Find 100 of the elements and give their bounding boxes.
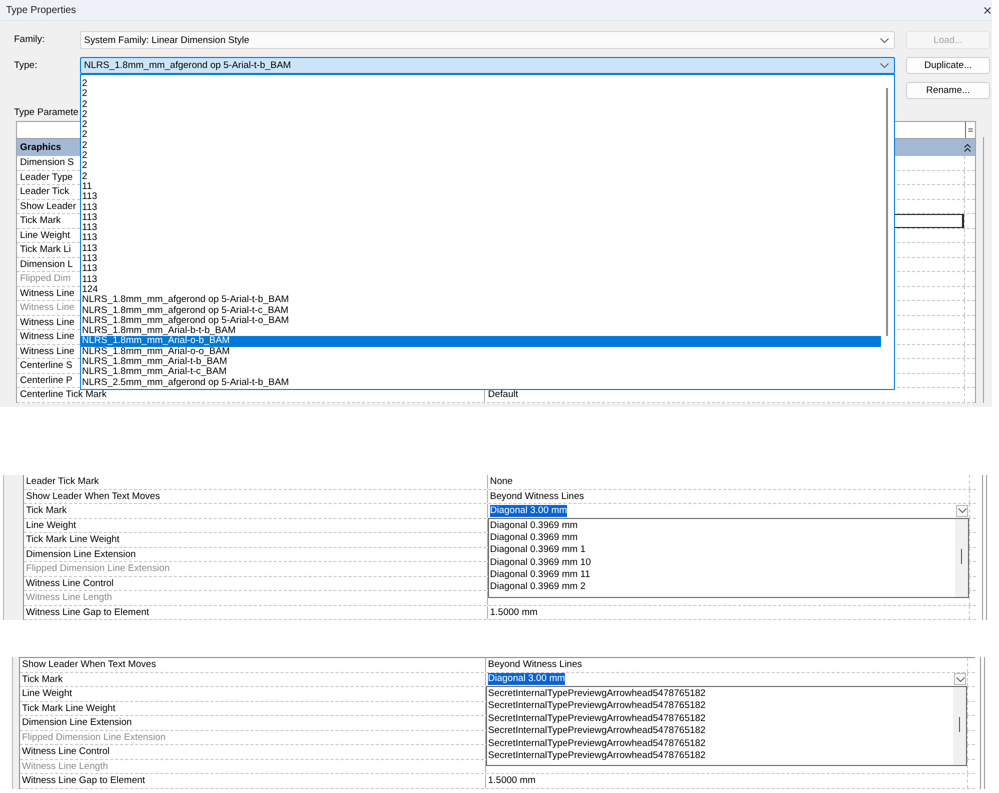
dropdown-option[interactable]: 2 [81, 140, 881, 152]
dropdown-option[interactable]: 2 [81, 110, 881, 120]
dropdown-option[interactable]: 113 [81, 244, 881, 254]
chevron-down-icon [956, 676, 964, 682]
dropdown-option[interactable]: 113 [81, 212, 881, 224]
selected-value[interactable]: Diagonal 3.00 mm [488, 673, 566, 686]
equals-button[interactable]: = [965, 122, 975, 138]
dropdown-option[interactable]: NLRS_1.8mm_mm_Arial-o-b_BAM [81, 336, 881, 347]
parameter-name: Dimension Line Extension [22, 717, 132, 728]
dropdown-option[interactable]: NLRS_1.8mm_mm_Arial-t-b_BAM [81, 357, 881, 368]
parameter-name: Witness Line [20, 316, 74, 328]
section-label: Type Paramete [14, 107, 78, 119]
dropdown-option[interactable]: 2 [81, 120, 881, 130]
close-icon[interactable] [984, 6, 991, 14]
parameter-name: Show Leader [20, 200, 76, 212]
dropdown-option[interactable]: NLRS_1.8mm_mm_afgerond op 5-Arial-t-b_BAM [81, 295, 881, 306]
family-combobox[interactable]: System Family: Linear Dimension Style [80, 31, 895, 49]
field-label: Family: [14, 34, 45, 46]
rename-button[interactable]: Rename... [906, 82, 990, 99]
window-title: Type Properties [6, 4, 76, 16]
parameter-name: Leader Type [20, 172, 73, 182]
parameter-value: 1.5000 mm [488, 774, 536, 788]
scrollbar-thumb[interactable] [886, 88, 888, 336]
dropdown-option[interactable]: 113 [81, 274, 881, 285]
dropdown-option[interactable]: 124 [81, 284, 881, 296]
parameter-name: Witness Line [20, 288, 74, 298]
dropdown-option[interactable]: NLRS_1.8mm_mm_afgerond op 5-Arial-t-c_BAM [81, 306, 881, 316]
scrollbar-thumb[interactable] [959, 717, 960, 732]
dropdown-option[interactable]: SecretInternalTypePreviewgArrowhead5478765182 [487, 750, 952, 762]
dropdown-option[interactable]: 2 [81, 151, 881, 162]
parameter-name: Witness Line Control [22, 746, 110, 757]
parameter-name: Tick Mark [22, 674, 63, 684]
dropdown-option[interactable]: SecretInternalTypePreviewgArrowhead5478765182 [487, 712, 952, 726]
parameter-value: Beyond Witness Lines [490, 490, 584, 503]
dropdown-option[interactable]: NLRS_1.8mm_mm_afgerond op 5-Arial-t-o_BAM [81, 316, 881, 326]
dropdown-option[interactable]: Diagonal 0.3969 mm 10 [489, 556, 954, 570]
dropdown-option[interactable]: SecretInternalTypePreviewgArrowhead5478765182 [487, 700, 952, 713]
parameter-name: Tick Mark Line Weight [26, 534, 120, 545]
parameter-name: Flipped Dimension Line Extension [22, 732, 166, 742]
parameter-name: Flipped Dim [20, 273, 71, 284]
dropdown-option[interactable]: 113 [81, 233, 881, 244]
parameter-value: None [490, 475, 513, 488]
parameter-name: Show Leader When Text Moves [26, 490, 160, 502]
parameter-value: Default [488, 388, 518, 402]
dropdown-option[interactable]: SecretInternalTypePreviewgArrowhead5478765182 [487, 688, 952, 700]
parameter-name: Leader Tick [20, 186, 70, 197]
parameter-name: Line Weight [22, 688, 72, 699]
parameter-name: Leader Tick Mark [26, 476, 99, 487]
parameter-name: Witness Line Gap to Element [22, 775, 146, 786]
dropdown-option[interactable]: NLRS_1.8mm_mm_Arial-o-o_BAM [81, 346, 881, 358]
parameter-name: Dimension S [20, 157, 74, 168]
dropdown-option[interactable]: 2 [81, 79, 881, 90]
type-combobox[interactable]: NLRS_1.8mm_mm_afgerond op 5-Arial-t-b_BAM [80, 57, 895, 74]
dropdown-option[interactable]: SecretInternalTypePreviewgArrowhead5478765182 [487, 725, 952, 738]
dropdown-option[interactable]: 113 [81, 254, 881, 264]
selected-value[interactable]: Diagonal 3.00 mm [490, 504, 568, 517]
duplicate-button[interactable]: Duplicate... [906, 57, 990, 74]
parameter-name: Centerline S [20, 360, 72, 371]
dropdown-option[interactable]: Diagonal 0.3969 mm [489, 532, 954, 544]
dropdown-option[interactable]: NLRS_1.8mm_mm_Arial-b-t-b_BAM [81, 326, 881, 336]
dropdown-option[interactable]: Diagonal 0.3969 mm 11 [489, 569, 954, 582]
dropdown-option[interactable]: Diagonal 0.3969 mm 2 [489, 581, 954, 594]
parameter-name: Centerline P [20, 374, 72, 386]
parameter-name: Flipped Dimension Line Extension [26, 563, 170, 574]
parameter-name: Line Weight [26, 520, 76, 530]
dropdown-option[interactable]: 2 [81, 161, 881, 172]
parameter-name: Line Weight [20, 230, 70, 240]
parameter-name: Witness Line [20, 302, 74, 313]
parameter-name: Witness Line Gap to Element [26, 606, 150, 618]
dropdown-button[interactable] [956, 504, 968, 517]
parameter-name: Dimension L [20, 258, 73, 270]
parameter-name: Centerline Tick Mark [20, 389, 107, 400]
parameter-name: Tick Mark Line Weight [22, 702, 116, 714]
dropdown-option[interactable]: 113 [81, 223, 881, 234]
dropdown-option[interactable]: NLRS_1.8mm_mm_Arial-t-c_BAM [81, 367, 881, 378]
chevron-down-icon [880, 38, 889, 42]
parameter-name: Witness Line Length [26, 592, 112, 603]
dropdown-option[interactable]: Diagonal 0.3969 mm 1 [489, 544, 954, 557]
dropdown-option[interactable]: 2 [81, 130, 881, 141]
dropdown-option[interactable]: 11 [81, 182, 881, 192]
parameter-name: Witness Line Length [22, 760, 108, 772]
dropdown-option[interactable]: SecretInternalTypePreviewgArrowhead5478765182 [487, 738, 952, 750]
parameter-name: Tick Mark [20, 215, 61, 226]
dropdown-option[interactable]: 113 [81, 192, 881, 203]
dropdown-option[interactable]: 2 [81, 172, 881, 182]
parameter-value: 1.5000 mm [490, 606, 538, 619]
parameter-name: Show Leader When Text Moves [22, 659, 156, 670]
dropdown-option[interactable]: Diagonal 0.3969 mm [489, 520, 954, 532]
dropdown-option[interactable]: 2 [81, 100, 881, 110]
dropdown-button[interactable] [954, 673, 966, 686]
dropdown-option[interactable]: 2 [81, 89, 881, 100]
parameter-name: Dimension Line Extension [26, 548, 136, 560]
dropdown-option[interactable]: NLRS_2.5mm_mm_afgerond op 5-Arial-t-b_BAM [81, 378, 881, 388]
parameter-name: Tick Mark Li [20, 244, 71, 255]
dropdown-option[interactable]: 113 [81, 264, 881, 275]
parameter-name: Witness Line [20, 331, 74, 342]
chevron-down-icon [958, 508, 966, 514]
dropdown-option[interactable]: 113 [81, 202, 881, 213]
scrollbar-thumb[interactable] [961, 548, 962, 564]
field-label: Type: [14, 60, 38, 72]
